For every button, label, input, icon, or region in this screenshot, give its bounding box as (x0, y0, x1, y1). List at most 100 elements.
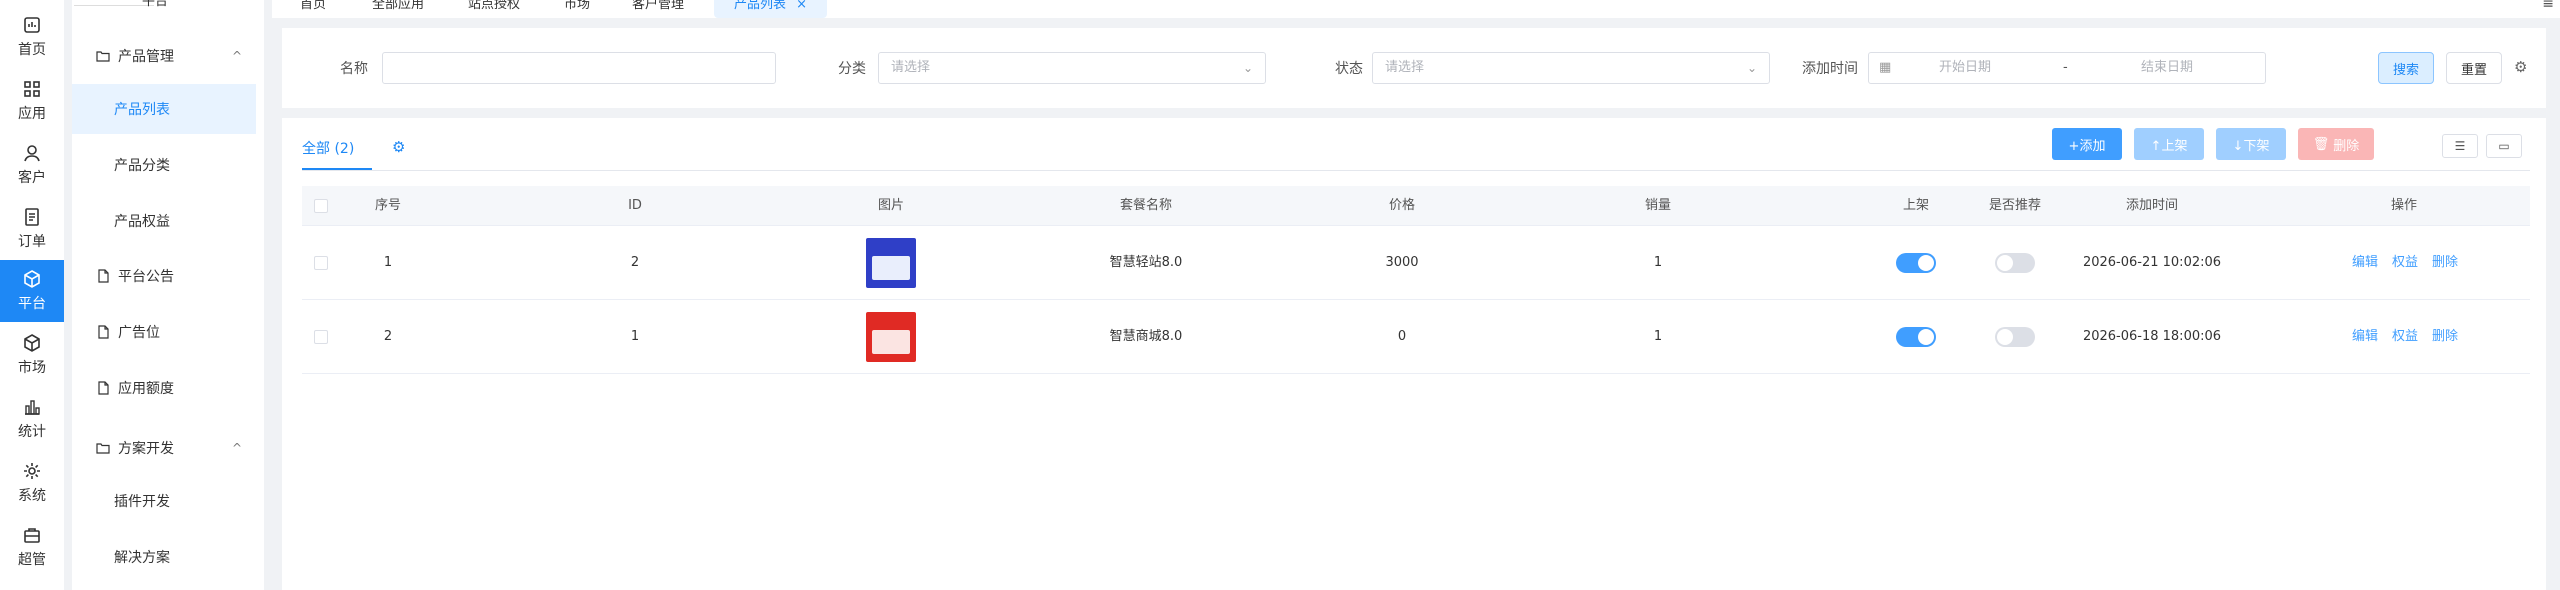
sub-item-product-category[interactable]: 产品分类 (72, 140, 256, 190)
tab-product-list[interactable]: 产品列表 × (714, 0, 828, 18)
group-app-quota[interactable]: 应用额度 (72, 368, 264, 408)
briefcase-icon (24, 528, 40, 543)
category-select[interactable]: 请选择 ⌄ (878, 52, 1266, 84)
document-icon (98, 269, 109, 283)
on-shelf-switch[interactable] (1896, 327, 1936, 347)
delete-link[interactable]: 删除 (2432, 300, 2458, 374)
name-input[interactable] (382, 52, 776, 84)
sub-item-plugin-dev[interactable]: 插件开发 (72, 476, 256, 526)
on-shelf-switch[interactable] (1896, 253, 1936, 273)
col-id: ID (628, 198, 642, 213)
tab-label: 产品列表 (734, 0, 787, 12)
tab-all[interactable]: 全部 (2) (302, 138, 354, 158)
cell-price: 3000 (1385, 255, 1419, 270)
cell-added-time: 2026-06-18 18:00:06 (2082, 329, 2222, 344)
take-off-shelf-button[interactable]: ↓下架 (2216, 128, 2286, 160)
filter-toggle-button[interactable]: ☰ (2442, 134, 2478, 158)
box-icon (24, 334, 40, 352)
chevron-down-icon: ⌄ (1746, 61, 1757, 75)
tab-market[interactable]: 市场 (564, 0, 590, 18)
row-checkbox[interactable] (314, 330, 328, 344)
delete-link[interactable]: 删除 (2432, 226, 2458, 300)
rail-item-stats[interactable]: 统计 (0, 388, 64, 450)
table-row: 1 2 智慧轻站8.0 3000 1 2026-06-21 10:02:06 编… (302, 226, 2530, 300)
range-separator: - (2063, 60, 2068, 75)
date-range-picker[interactable]: ▦ 开始日期 - 结束日期 (1868, 52, 2266, 84)
rail-item-apps[interactable]: 应用 (0, 70, 64, 132)
edit-link[interactable]: 编辑 (2352, 300, 2378, 374)
tab-site-auth[interactable]: 站点授权 (468, 0, 520, 18)
recommended-switch[interactable] (1995, 327, 2035, 347)
rail-item-orders[interactable]: 订单 (0, 198, 64, 260)
sub-item-label: 产品权益 (114, 214, 170, 230)
user-icon (24, 145, 40, 162)
sub-item-solutions[interactable]: 解决方案 (72, 532, 256, 582)
cell-package-name: 智慧商城8.0 (1109, 329, 1183, 344)
cell-index: 1 (383, 255, 393, 270)
delete-button[interactable]: 🗑 删除 (2298, 128, 2374, 160)
tab-all-apps[interactable]: 全部应用 (372, 0, 424, 18)
add-button[interactable]: +添加 (2052, 128, 2122, 160)
document-icon (98, 325, 109, 339)
start-date-placeholder[interactable]: 开始日期 (1939, 53, 1991, 83)
search-button[interactable]: 搜索 (2378, 52, 2434, 84)
reset-button[interactable]: 重置 (2446, 52, 2502, 84)
rights-link[interactable]: 权益 (2392, 300, 2418, 374)
tab-home[interactable]: 首页 (300, 0, 326, 18)
export-button[interactable]: ▭ (2486, 134, 2522, 158)
dashboard-icon (24, 17, 40, 33)
group-label: 广告位 (118, 325, 160, 341)
folder-icon: ▭ (2498, 139, 2510, 153)
select-all-checkbox[interactable] (314, 199, 328, 213)
folder-icon (96, 443, 110, 454)
sliders-icon: ☰ (2454, 139, 2466, 153)
col-price: 价格 (1388, 198, 1416, 213)
sub-item-product-rights[interactable]: 产品权益 (72, 196, 256, 246)
rail-label-stats: 统计 (18, 424, 46, 440)
put-on-shelf-button[interactable]: ↑上架 (2134, 128, 2204, 160)
end-date-placeholder[interactable]: 结束日期 (2141, 53, 2193, 83)
recommended-switch[interactable] (1995, 253, 2035, 273)
table-header: 序号 ID 图片 套餐名称 价格 销量 上架 是否推荐 添加时间 操作 (302, 186, 2530, 226)
sub-item-label: 解决方案 (114, 550, 170, 566)
tab-divider (302, 170, 2530, 171)
rail-item-platform[interactable]: 平台 (0, 260, 64, 322)
bar-chart-icon (25, 400, 40, 415)
close-icon[interactable]: × (796, 0, 807, 12)
group-product-management[interactable]: 产品管理 ^ (72, 36, 264, 76)
gear-icon (24, 463, 40, 479)
group-label: 平台公告 (118, 269, 174, 285)
edit-link[interactable]: 编辑 (2352, 226, 2378, 300)
col-actions: 操作 (2390, 198, 2418, 213)
group-ad-slot[interactable]: 广告位 (72, 312, 264, 352)
rail-item-home[interactable]: 首页 (0, 6, 64, 68)
page-tabs: 首页 全部应用 站点授权 市场 客户管理 产品列表 × ≡ (272, 0, 2560, 18)
table-row: 2 1 智慧商城8.0 0 1 2026-06-18 18:00:06 编辑 权… (302, 300, 2530, 374)
row-checkbox[interactable] (314, 256, 328, 270)
sub-item-label: 产品列表 (114, 102, 170, 118)
rail-item-market[interactable]: 市场 (0, 324, 64, 386)
group-solution-dev[interactable]: 方案开发 ^ (72, 428, 264, 468)
column-settings-icon[interactable]: ⚙ (392, 138, 405, 156)
chevron-up-icon: ^ (231, 49, 242, 63)
col-image: 图片 (877, 198, 905, 213)
tab-customer-mgmt[interactable]: 客户管理 (632, 0, 684, 18)
chevron-down-icon: ⌄ (1242, 61, 1253, 75)
status-select[interactable]: 请选择 ⌄ (1372, 52, 1770, 84)
document-icon (98, 381, 109, 395)
group-platform-notice[interactable]: 平台公告 (72, 256, 264, 296)
time-label: 添加时间 (1802, 61, 1858, 77)
rail-item-customers[interactable]: 客户 (0, 134, 64, 196)
product-thumbnail[interactable] (866, 238, 916, 288)
cell-package-name: 智慧轻站8.0 (1109, 255, 1183, 270)
rail-item-superadmin[interactable]: 超管 (0, 516, 64, 578)
rail-item-system[interactable]: 系统 (0, 452, 64, 514)
product-thumbnail[interactable] (866, 312, 916, 362)
rights-link[interactable]: 权益 (2392, 226, 2418, 300)
sub-item-product-list[interactable]: 产品列表 (72, 84, 256, 134)
calendar-icon: ▦ (1879, 60, 1892, 75)
menu-icon[interactable]: ≡ (2542, 0, 2554, 12)
settings-icon[interactable]: ⚙ (2514, 58, 2527, 76)
apps-icon (24, 81, 40, 97)
rail-label-customers: 客户 (18, 170, 46, 186)
